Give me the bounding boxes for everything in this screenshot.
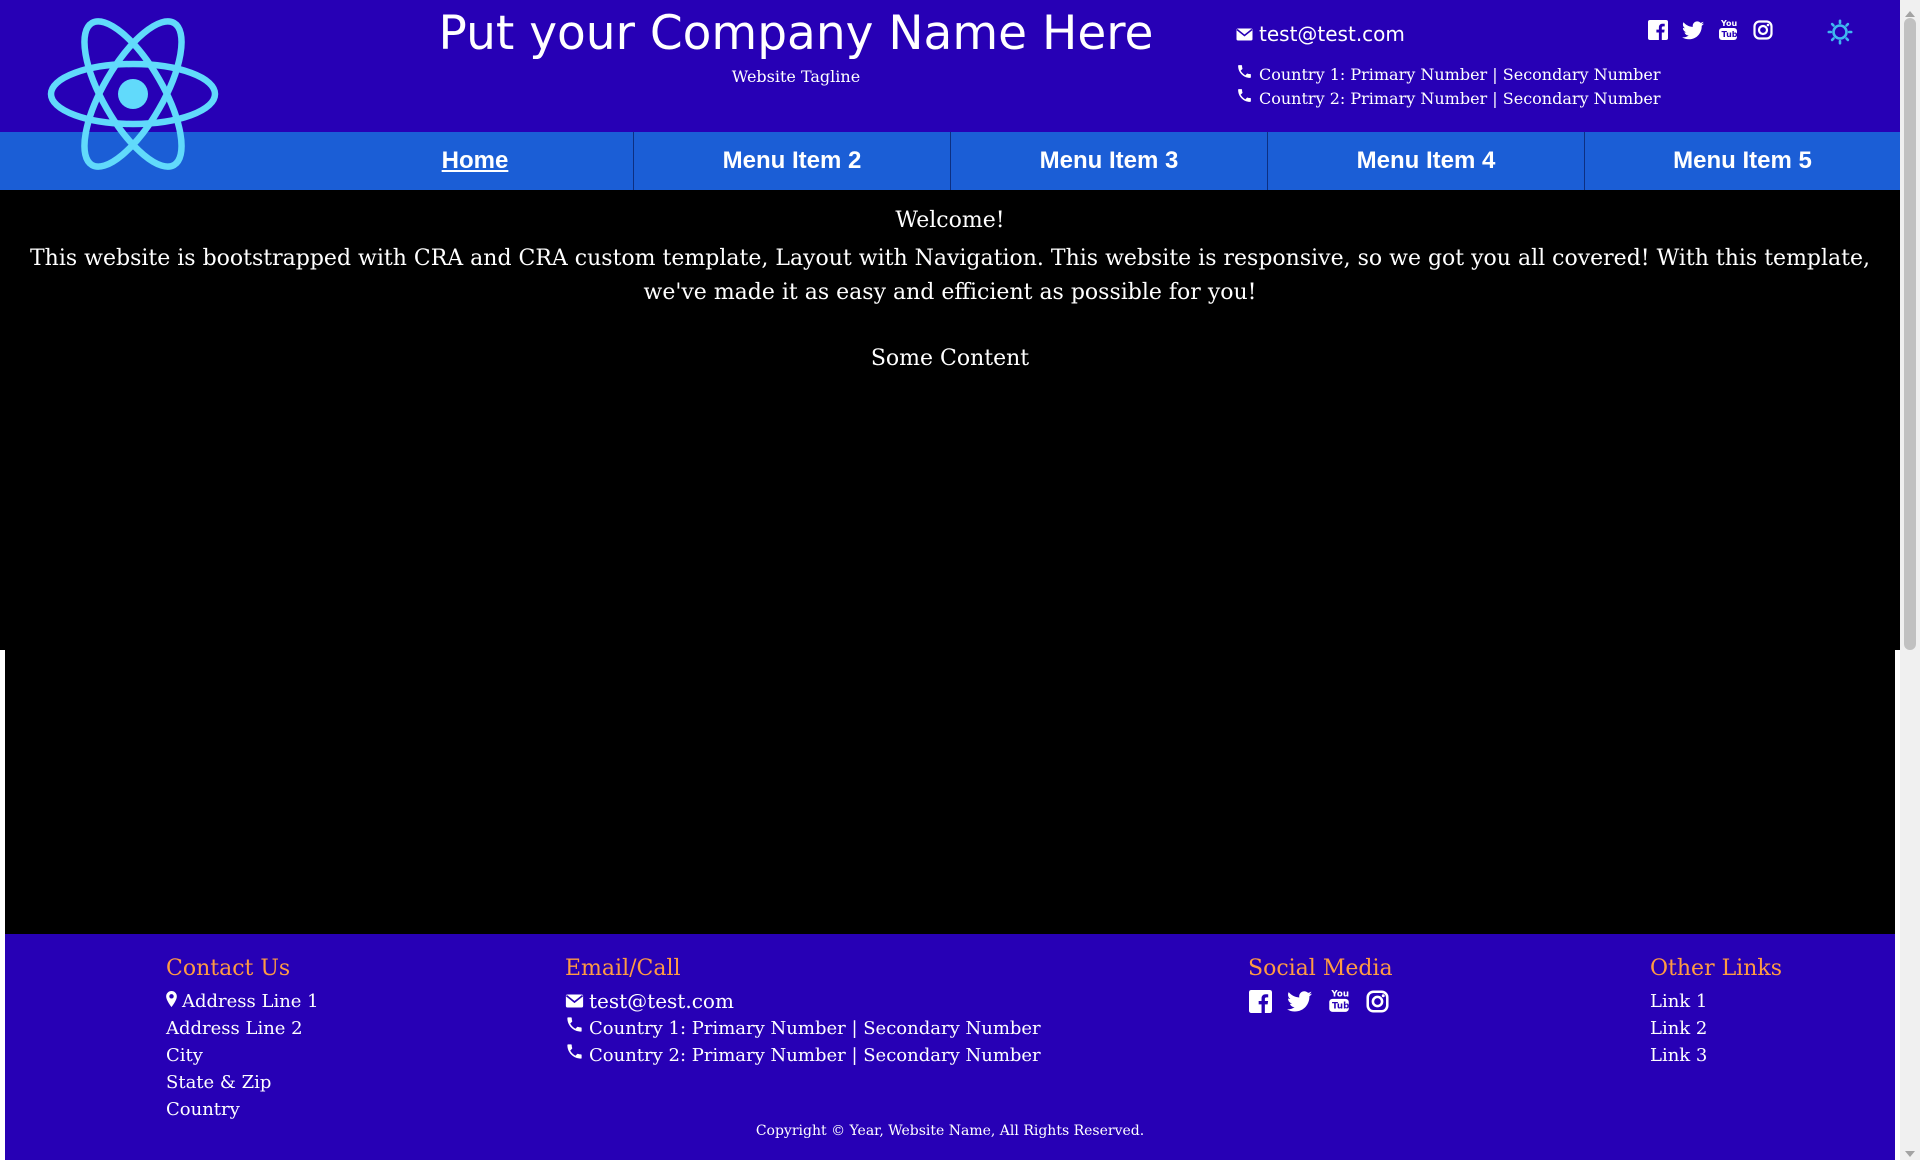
svg-text:Tube: Tube bbox=[1331, 1002, 1349, 1012]
phone-icon bbox=[1236, 63, 1253, 86]
footer-link-1[interactable]: Link 1 bbox=[1650, 988, 1782, 1015]
address-state-zip: State & Zip bbox=[166, 1072, 272, 1093]
scroll-down-arrow-icon[interactable] bbox=[1904, 1146, 1916, 1157]
footer-phone-1[interactable]: Country 1: Primary Number | Secondary Nu… bbox=[565, 1015, 1041, 1042]
react-logo[interactable] bbox=[47, 16, 219, 172]
phone-icon bbox=[1236, 87, 1253, 110]
address-country: Country bbox=[166, 1099, 240, 1120]
footer-heading: Social Media bbox=[1248, 956, 1393, 981]
footer-phone-2[interactable]: Country 2: Primary Number | Secondary Nu… bbox=[565, 1042, 1041, 1069]
header-phone-1[interactable]: Country 1: Primary Number | Secondary Nu… bbox=[1236, 63, 1660, 86]
facebook-icon[interactable] bbox=[1248, 988, 1273, 1014]
footer-link-2[interactable]: Link 2 bbox=[1650, 1015, 1782, 1042]
phone-icon bbox=[565, 1042, 584, 1069]
nav-item-menu-2[interactable]: Menu Item 2 bbox=[634, 132, 950, 190]
twitter-icon[interactable] bbox=[1287, 988, 1312, 1014]
youtube-icon[interactable]: You Tube bbox=[1326, 988, 1351, 1014]
nav-item-label: Menu Item 5 bbox=[1673, 147, 1812, 174]
svg-text:Tube: Tube bbox=[1721, 30, 1738, 39]
site-footer: Contact Us Address Line 1 Address Line 2… bbox=[5, 934, 1895, 1160]
facebook-icon[interactable] bbox=[1646, 18, 1669, 42]
envelope-icon bbox=[565, 988, 584, 1015]
theme-toggle-button[interactable] bbox=[1826, 18, 1854, 50]
footer-heading: Contact Us bbox=[166, 956, 291, 981]
footer-link-3[interactable]: Link 3 bbox=[1650, 1042, 1782, 1069]
scrollbar-thumb[interactable] bbox=[1904, 18, 1916, 650]
address-line-2: Address Line 2 bbox=[166, 1018, 303, 1039]
nav-item-menu-5[interactable]: Menu Item 5 bbox=[1585, 132, 1900, 190]
main-content-area bbox=[5, 650, 1895, 934]
nav-item-menu-3[interactable]: Menu Item 3 bbox=[951, 132, 1267, 190]
address-city: City bbox=[166, 1045, 203, 1066]
youtube-icon[interactable]: You Tube bbox=[1716, 18, 1739, 42]
content-text: Some Content bbox=[870, 346, 1030, 371]
welcome-heading: Welcome! bbox=[895, 208, 1005, 233]
header-phone-2[interactable]: Country 2: Primary Number | Secondary Nu… bbox=[1236, 87, 1660, 110]
nav-item-home[interactable]: Home bbox=[317, 132, 633, 190]
svg-text:You: You bbox=[1720, 19, 1738, 28]
phone-icon bbox=[565, 1015, 584, 1042]
footer-email-call: Email/Call test@test.com Country 1: Prim… bbox=[565, 954, 1041, 1069]
map-marker-icon bbox=[166, 988, 177, 1015]
main-navigation: Home Menu Item 2 Menu Item 3 Menu Item 4… bbox=[0, 132, 1900, 190]
site-header: Put your Company Name Here Website Tagli… bbox=[0, 0, 1900, 132]
website-tagline: Website Tagline bbox=[731, 67, 861, 86]
header-email[interactable]: test@test.com bbox=[1236, 20, 1405, 48]
envelope-icon bbox=[1236, 20, 1253, 48]
main-content: Welcome! This website is bootstrapped wi… bbox=[0, 190, 1900, 650]
footer-heading: Other Links bbox=[1650, 956, 1783, 981]
sun-icon bbox=[1827, 18, 1853, 50]
footer-social-links: You Tube bbox=[1248, 988, 1393, 1014]
footer-email[interactable]: test@test.com bbox=[565, 988, 1041, 1015]
svg-text:You: You bbox=[1330, 990, 1349, 1000]
nav-item-menu-4[interactable]: Menu Item 4 bbox=[1268, 132, 1584, 190]
company-name: Put your Company Name Here bbox=[438, 6, 1154, 61]
header-email-text: test@test.com bbox=[1259, 22, 1405, 46]
react-logo-icon bbox=[47, 18, 219, 170]
header-phone-1-text: Country 1: Primary Number | Secondary Nu… bbox=[1259, 64, 1661, 84]
welcome-description: This website is bootstrapped with CRA an… bbox=[29, 246, 1871, 305]
footer-contact: Contact Us Address Line 1 Address Line 2… bbox=[166, 954, 319, 1123]
address-line-1: Address Line 1 bbox=[166, 988, 319, 1015]
footer-heading: Email/Call bbox=[565, 956, 681, 981]
nav-item-label: Menu Item 4 bbox=[1356, 147, 1496, 174]
footer-social: Social Media You Tube bbox=[1248, 954, 1393, 1014]
copyright-text: Copyright © Year, Website Name, All Righ… bbox=[755, 1123, 1145, 1139]
scroll-up-arrow-icon[interactable] bbox=[1904, 6, 1916, 17]
header-phone-2-text: Country 2: Primary Number | Secondary Nu… bbox=[1259, 88, 1661, 108]
instagram-icon[interactable] bbox=[1751, 18, 1774, 42]
twitter-icon[interactable] bbox=[1681, 18, 1704, 42]
header-social-links: You Tube bbox=[1646, 18, 1774, 42]
nav-item-label: Menu Item 3 bbox=[1039, 147, 1179, 174]
instagram-icon[interactable] bbox=[1365, 988, 1390, 1014]
nav-item-label: Home bbox=[441, 147, 509, 174]
nav-item-label: Menu Item 2 bbox=[722, 147, 862, 174]
footer-other-links: Other Links Link 1 Link 2 Link 3 bbox=[1650, 954, 1782, 1069]
page: Put your Company Name Here Website Tagli… bbox=[0, 0, 1900, 1160]
page-scrollbar[interactable] bbox=[1900, 0, 1920, 1160]
